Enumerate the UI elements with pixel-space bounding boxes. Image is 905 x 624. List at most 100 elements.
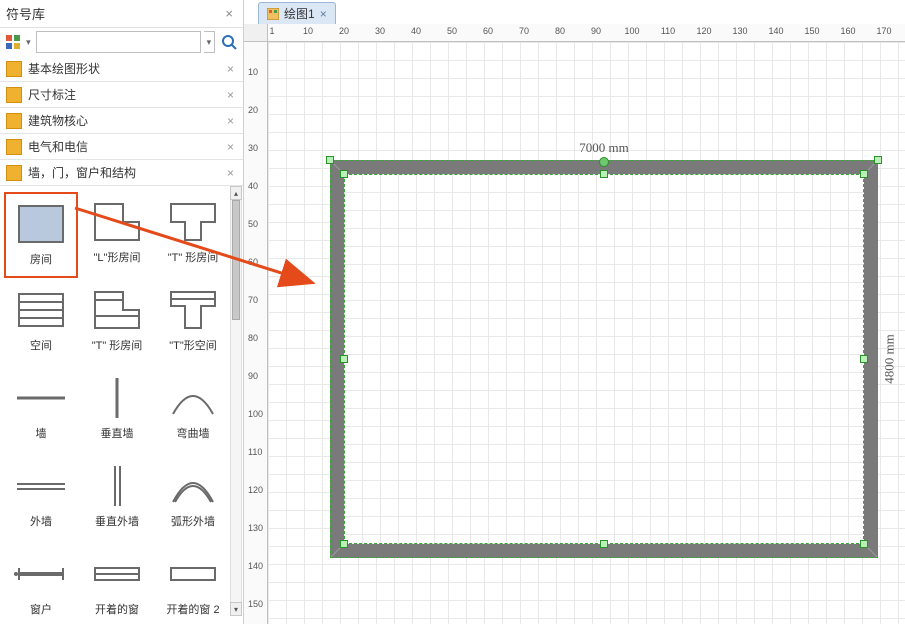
shape-owindow[interactable]: 开着的窗 (80, 544, 154, 616)
close-icon[interactable]: × (221, 6, 237, 21)
ruler-tick: 120 (696, 26, 711, 36)
ruler-tick: 1 (269, 26, 274, 36)
ruler-horizontal[interactable]: 1102030405060708090100110120130140150160… (268, 24, 905, 42)
resize-handle[interactable] (860, 170, 868, 178)
shape-ovwall[interactable]: 垂直外墙 (80, 456, 154, 542)
shape-tshape[interactable]: "T"形空间 (156, 280, 230, 366)
resize-handle[interactable] (600, 540, 608, 548)
shape-label: 垂直墙 (101, 428, 134, 440)
search-bar: ▾ ▾ (0, 28, 243, 56)
drawing-canvas[interactable]: 7000 mm 4800 mm (268, 42, 905, 624)
resize-handle[interactable] (860, 355, 868, 363)
shape-owall[interactable]: 外墙 (4, 456, 78, 542)
ruler-tick: 30 (375, 26, 385, 36)
shape-label: 墙 (36, 428, 47, 440)
search-icon[interactable] (218, 31, 239, 53)
shape-arc[interactable]: 弧形外墙 (156, 456, 230, 542)
shape-label: 开着的窗 2 (166, 604, 219, 616)
room-shape[interactable]: 7000 mm 4800 mm (330, 160, 878, 558)
ruler-tick: 150 (248, 599, 263, 609)
ruler-tick: 10 (303, 26, 313, 36)
category-close-icon[interactable]: × (224, 140, 237, 154)
shape-thumb (11, 460, 71, 512)
tab-label: 绘图1 (284, 5, 315, 22)
shape-thumb (11, 284, 71, 336)
ruler-tick: 110 (661, 26, 675, 36)
ruler-corner (244, 24, 268, 42)
ruler-tick: 130 (732, 26, 747, 36)
ruler-tick: 50 (447, 26, 457, 36)
shape-vwall[interactable]: 垂直墙 (80, 368, 154, 454)
resize-handle[interactable] (874, 156, 882, 164)
shape-space[interactable]: 空间 (4, 280, 78, 366)
rotate-handle[interactable] (599, 157, 609, 167)
category-row[interactable]: 建筑物核心 × (0, 108, 243, 134)
shape-troom[interactable]: "T" 形房间 (156, 192, 230, 278)
shape-thumb (163, 284, 223, 336)
shape-label: 空间 (30, 340, 52, 352)
ruler-vertical[interactable]: 102030405060708090100110120130140150 (244, 42, 268, 624)
shape-label: 弧形外墙 (171, 516, 215, 528)
search-dropdown-icon[interactable]: ▾ (204, 31, 216, 53)
ruler-tick: 90 (248, 371, 258, 381)
shapes-panel: 房间 "L"形房间 "T" 形房间 空间 "T" 形房间 "T"形空间 墙 垂直… (0, 186, 243, 616)
resize-handle[interactable] (326, 156, 334, 164)
shape-thumb (87, 196, 147, 248)
category-row[interactable]: 墙，门，窗户和结构 × (0, 160, 243, 186)
ruler-tick: 20 (248, 105, 258, 115)
shape-window[interactable]: 窗户 (4, 544, 78, 616)
dimension-width: 7000 mm (579, 140, 628, 156)
category-row[interactable]: 电气和电信 × (0, 134, 243, 160)
ruler-tick: 140 (768, 26, 783, 36)
ruler-tick: 140 (248, 561, 263, 571)
ruler-tick: 10 (248, 67, 258, 77)
shape-label: 开着的窗 (95, 604, 139, 616)
scroll-down-icon[interactable]: ▾ (230, 602, 242, 616)
shape-label: 外墙 (30, 516, 52, 528)
category-row[interactable]: 尺寸标注 × (0, 82, 243, 108)
shape-thumb (11, 548, 71, 600)
resize-handle[interactable] (340, 170, 348, 178)
shape-room[interactable]: 房间 (4, 192, 78, 278)
scroll-up-icon[interactable]: ▴ (230, 186, 242, 200)
ruler-tick: 20 (339, 26, 349, 36)
tab-close-icon[interactable]: × (320, 7, 327, 21)
folder-icon (6, 87, 22, 103)
scroll-thumb[interactable] (232, 200, 240, 320)
category-close-icon[interactable]: × (224, 88, 237, 102)
shape-tspace[interactable]: "T" 形房间 (80, 280, 154, 366)
resize-handle[interactable] (340, 355, 348, 363)
shapes-scrollbar[interactable]: ▴ ▾ (230, 186, 242, 616)
tab-drawing-1[interactable]: 绘图1 × (258, 2, 336, 24)
shape-thumb (163, 460, 223, 512)
ruler-tick: 40 (411, 26, 421, 36)
scroll-track[interactable] (230, 200, 242, 602)
category-close-icon[interactable]: × (224, 62, 237, 76)
category-label: 尺寸标注 (28, 86, 224, 103)
library-dropdown-icon[interactable]: ▾ (24, 37, 33, 48)
folder-icon (6, 165, 22, 181)
shape-thumb (163, 548, 223, 600)
shape-owindow2[interactable]: 开着的窗 2 (156, 544, 230, 616)
search-input[interactable] (36, 31, 201, 53)
sidebar-header: 符号库 × (0, 0, 243, 28)
library-icon[interactable] (4, 33, 21, 51)
category-close-icon[interactable]: × (224, 166, 237, 180)
resize-handle[interactable] (860, 540, 868, 548)
ruler-tick: 170 (876, 26, 891, 36)
ruler-tick: 50 (248, 219, 258, 229)
shape-thumb (87, 284, 147, 336)
category-row[interactable]: 基本绘图形状 × (0, 56, 243, 82)
dimension-height: 4800 mm (881, 334, 897, 383)
category-label: 建筑物核心 (28, 112, 224, 129)
resize-handle[interactable] (340, 540, 348, 548)
shape-wall[interactable]: 墙 (4, 368, 78, 454)
ruler-tick: 60 (248, 257, 258, 267)
shape-curve[interactable]: 弯曲墙 (156, 368, 230, 454)
resize-handle[interactable] (600, 170, 608, 178)
shape-lroom[interactable]: "L"形房间 (80, 192, 154, 278)
ruler-tick: 100 (248, 409, 263, 419)
category-close-icon[interactable]: × (224, 114, 237, 128)
category-label: 墙，门，窗户和结构 (28, 164, 224, 181)
ruler-tick: 70 (248, 295, 258, 305)
